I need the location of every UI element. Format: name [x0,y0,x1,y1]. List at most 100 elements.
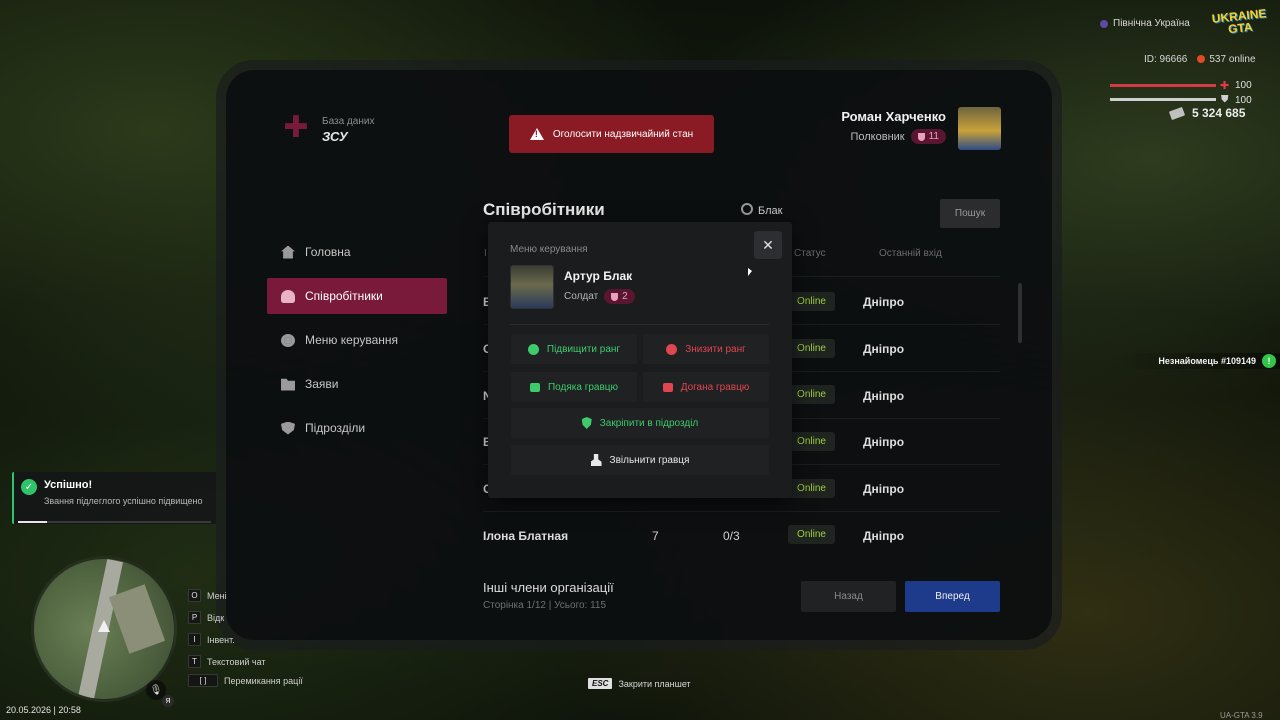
close-tablet-label: Закрити планшет [618,678,691,689]
game-logo: UKRAINE GTA [1211,6,1270,43]
army-emblem-icon: ✚ [283,111,309,144]
status-badge: Online [788,525,835,544]
thank-label: Подяка гравцю [547,381,619,393]
mouse-cursor [748,268,752,276]
online-label: 537 online [1209,54,1256,65]
warning-icon [529,128,544,140]
search-input[interactable] [758,200,928,222]
cash-icon [1168,106,1186,120]
fire-label: Звільнити гравця [609,454,690,466]
shield-plus-icon [581,417,592,429]
reprimand-player-button[interactable]: Догана гравцю [643,372,769,402]
nav-item-units[interactable]: Підрозділи [267,410,447,446]
thumbs-down-icon [662,382,673,392]
keyhint-radio: [ ] Перемикання рації [188,674,303,687]
close-tablet-hint[interactable]: ESC Закрити планшет [588,678,691,689]
last-login-city: Дніпро [863,435,905,449]
promote-label: Підвищити ранг [546,343,621,355]
last-login-city: Дніпро [863,342,905,356]
employee-warnings: 0/3 [723,529,740,543]
current-user-avatar [958,107,1001,150]
emergency-button-label: Оголосити надзвичайний стан [552,128,694,140]
nav-item-label: Головна [305,245,351,259]
key-cap: O [188,589,201,602]
database-label: База даних [322,116,375,127]
keyhint-label: Мені [207,590,227,601]
column-header-name: I [484,248,487,259]
organization-name: ЗСУ [322,129,348,144]
nav-item-label: Підрозділи [305,421,366,435]
player-name: Артур Блак [564,269,633,283]
armor-value: 100 [1235,95,1252,106]
arrow-down-icon [666,343,678,355]
page-title: Співробітники [483,200,605,219]
search-icon [741,203,753,215]
last-login-city: Дніпро [863,389,905,403]
demote-button[interactable]: Знизити ранг [643,334,769,364]
keyhint-label: Інвент. [207,634,235,645]
status-badge: Online [788,292,835,311]
nearby-player-name: Незнайомець #109149 [1158,356,1256,366]
status-badge: Online [788,479,835,498]
voice-icon: ! [1262,354,1276,368]
last-login-city: Дніпро [863,482,905,496]
person-remove-icon [590,454,602,466]
notification-text: Звання підлеглого успішно підвищено [44,496,203,506]
search-button[interactable]: Пошук [940,199,1000,228]
close-button[interactable]: ✕ [754,231,782,259]
key-cap: P [188,611,201,624]
thank-player-button[interactable]: Подяка гравцю [511,372,637,402]
rank-badge: 2 [604,289,635,304]
nav-item-home[interactable]: Головна [267,234,447,270]
column-header-status: Статус [794,248,826,259]
keyhint-label: Перемикання рації [224,675,303,686]
player-position-icon [98,620,110,632]
health-value: 100 [1235,80,1252,91]
rank-badge: 11 [910,129,946,144]
reprimand-label: Догана гравцю [680,381,750,393]
column-header-last-login: Останній вхід [879,248,942,259]
armor-bar [1110,98,1216,101]
keyhint-menu: O Мені [188,589,227,602]
health-icon: ✚ [1220,80,1230,92]
scrollbar[interactable] [1018,283,1022,343]
keyhint-label: Відк [207,612,225,623]
checkmark-icon: ✓ [21,479,37,495]
rank-shield-icon [611,292,619,301]
nav-item-employees[interactable]: Співробітники [267,278,447,314]
keyhint-open: P Відк [188,611,224,624]
declare-emergency-button[interactable]: Оголосити надзвичайний стан [509,115,714,153]
rank-level: 2 [622,291,628,302]
player-id: ID: 96666 [1144,54,1188,65]
back-button[interactable]: Назад [801,581,896,612]
home-icon [281,245,295,259]
nav-item-applications[interactable]: Заяви [267,366,447,402]
divider [510,324,769,325]
esc-key-cap: ESC [588,678,613,689]
arrow-up-icon [527,343,539,355]
gear-icon [281,333,295,347]
keyhint-label: Текстовий чат [207,656,266,667]
region-label: Північна Україна [1113,18,1190,29]
nav-item-control-menu[interactable]: Меню керування [267,322,447,358]
nav-item-label: Меню керування [305,333,399,347]
rank-level: 11 [928,131,939,142]
self-badge: Я [162,695,174,707]
assign-unit-button[interactable]: Закріпити в підрозділ [511,408,769,438]
users-icon [281,289,295,303]
money-value: 5 324 685 [1192,106,1246,120]
region-icon [1100,19,1108,28]
nav-item-label: Заяви [305,377,339,391]
armor-icon: ⛊ [1221,94,1229,105]
online-count: 537 online [1197,54,1256,65]
status-badge: Online [788,432,835,451]
health-bar [1110,84,1216,87]
next-button[interactable]: Вперед [905,581,1000,612]
employee-name: Ілона Блатная [483,529,569,543]
demote-label: Знизити ранг [685,343,746,355]
fire-player-button[interactable]: Звільнити гравця [511,445,769,475]
key-cap: I [188,633,201,646]
online-icon [1197,55,1206,64]
rank-shield-icon [917,132,925,141]
promote-button[interactable]: Підвищити ранг [511,334,637,364]
